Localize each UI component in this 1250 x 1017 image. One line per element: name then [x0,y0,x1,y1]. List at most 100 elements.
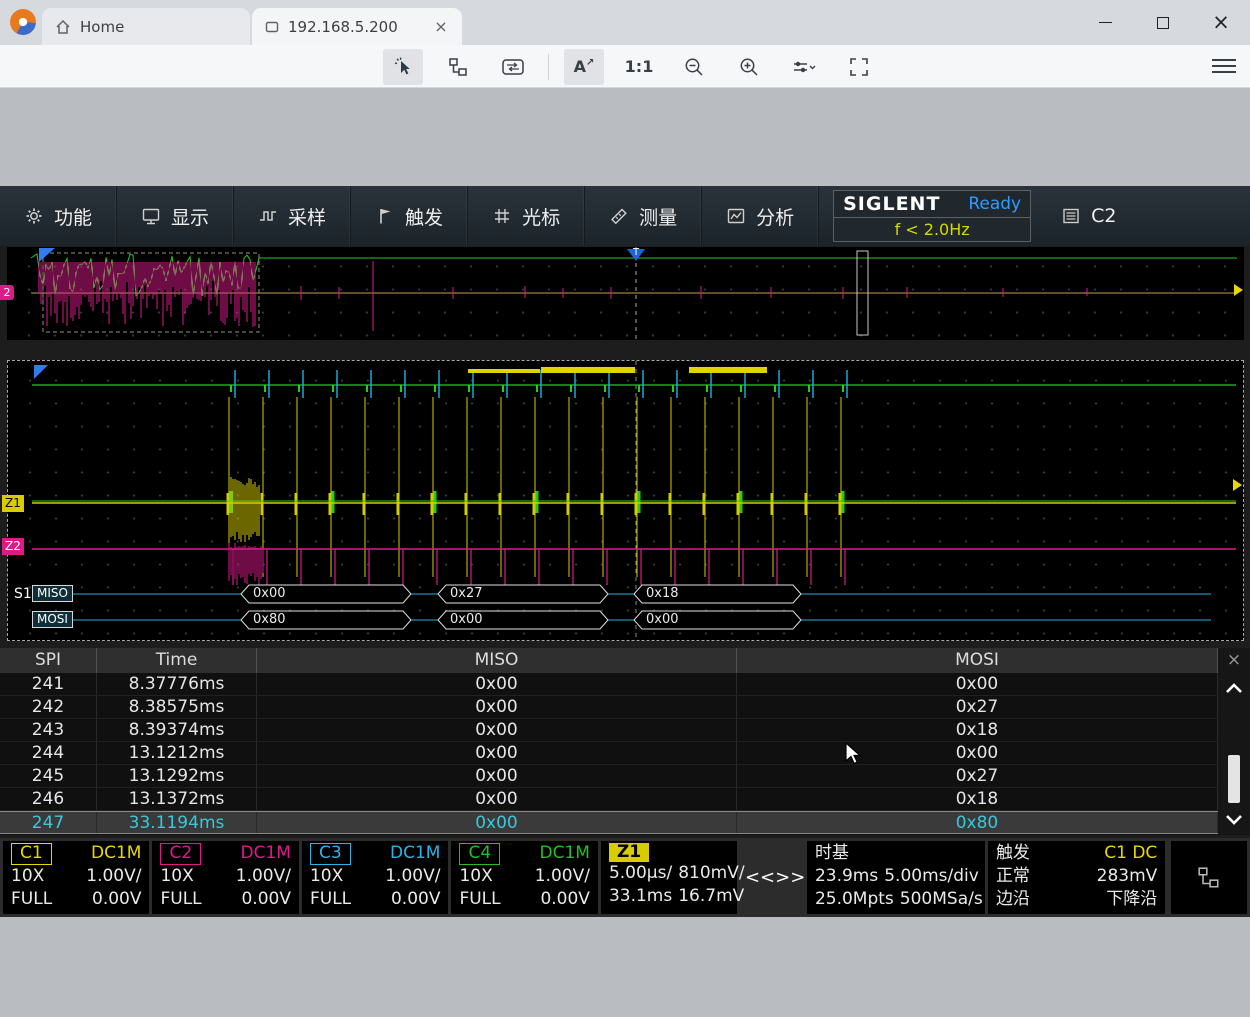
tab-close-icon[interactable]: × [432,17,450,36]
attenuation: 10X [459,866,493,886]
menu-item-measure[interactable]: 测量 [585,186,703,246]
brand-logo-text: SIGLENT [843,193,941,215]
attenuation: 10X [11,866,45,886]
scrollbar-track[interactable] [1218,703,1250,805]
zoom-vscale: 810mV/ [678,863,745,883]
menu-item-cursor[interactable]: 光标 [468,186,586,246]
tool-actual-size-button[interactable]: 1:1 [619,49,659,85]
scroll-down-button[interactable] [1218,805,1250,835]
page-icon [265,21,279,32]
zoom-hscale: 5.00µs/ [608,863,673,883]
cell-miso: 0x00 [257,673,737,695]
cell-index: 247 [0,812,97,833]
active-channel-indicator[interactable]: C2 [1061,186,1116,246]
close-icon: × [1212,10,1230,34]
bus-value: 0x00 [253,586,286,601]
cell-time: 13.1212ms [97,742,257,764]
network-status-button[interactable] [1171,841,1247,914]
zoom-in-icon [740,58,758,76]
zoom-box[interactable]: Z1 5.00µs/810mV/ 33.1ms 16.7mV [600,841,745,914]
sample-wave-icon [260,211,277,221]
table-scrollbar[interactable]: × [1218,648,1250,835]
desktop-background [0,88,1250,186]
spi-decode-table: SPI Time MISO MOSI 241 8.37776ms 0x00 0x… [0,648,1218,835]
table-row[interactable]: 245 13.1292ms 0x00 0x27 [0,765,1218,788]
channel2-position-marker[interactable]: 2 [0,285,14,300]
menu-hamburger-button[interactable] [1212,54,1236,78]
tab-label: 192.168.5.200 [288,17,398,36]
bandwidth: FULL [309,889,352,909]
scrollbar-thumb[interactable] [1228,755,1240,803]
fullscreen-icon [850,57,868,76]
trigger-slope: 下降沿 [1106,889,1158,909]
zoom-next-button[interactable]: >> [775,867,805,888]
tool-settings-button[interactable] [784,49,824,85]
header-miso: MISO [257,648,737,673]
cursors-icon [495,209,510,223]
trigger-mode: 正常 [995,866,1030,886]
maximize-button[interactable] [1134,0,1192,45]
cell-index: 241 [0,673,97,695]
tool-fontsize-button[interactable]: A↗ [564,48,604,85]
menu-item-analysis[interactable]: 分析 [702,186,820,246]
tab-label: Home [80,17,125,36]
menu-label: 采样 [288,206,327,229]
cell-time: 13.1372ms [97,788,257,810]
menu-item-function[interactable]: 功能 [0,186,118,246]
table-row[interactable]: 242 8.38575ms 0x00 0x27 [0,696,1218,719]
table-close-icon[interactable]: × [1227,648,1241,673]
tab-device-ip[interactable]: 192.168.5.200 × [252,8,462,45]
trigger-source: C1 DC [1104,843,1158,863]
zoom2-level-marker[interactable]: Z2 [2,538,24,555]
tool-layout-button[interactable] [438,49,478,85]
tool-zoom-in-button[interactable] [729,49,769,85]
close-button[interactable]: × [1192,0,1250,45]
trend-overview-plot[interactable]: 2 T [0,247,1244,340]
channel-box-c4[interactable]: C4 DC1M 10X 1.00V/ FULL 0.00V [451,841,598,914]
trigger-frequency: f < 2.0Hz [834,217,1031,241]
fontsize-icon: A↗ [573,57,595,76]
time-scale: 5.00ms/div [884,866,979,886]
cell-mosi: 0x00 [737,742,1218,764]
tab-home[interactable]: Home [42,8,250,45]
cell-time: 8.38575ms [97,696,257,718]
menu-item-acquire[interactable]: 采样 [234,186,352,246]
channel-box-c2[interactable]: C2 DC1M 10X 1.00V/ FULL 0.00V [152,841,299,914]
swap-arrows-icon [502,58,524,75]
home-icon [56,19,70,34]
display-icon [142,208,160,225]
zoom-prev-button[interactable]: << [745,867,775,888]
trigger-box[interactable]: 触发 C1 DC 正常 283mV 边沿 下降沿 [987,841,1166,914]
bus-value: 0x00 [646,612,679,627]
channel-label: C1 [11,843,52,865]
timebase-box[interactable]: 时基 23.9ms 5.00ms/div 25.0Mpts 500MSa/s [806,841,985,914]
menu-item-display[interactable]: 显示 [117,186,235,246]
tool-fullscreen-button[interactable] [839,49,879,85]
minimize-icon [1098,21,1112,24]
menu-item-trigger[interactable]: 触发 [351,186,469,246]
cell-index: 242 [0,696,97,718]
cell-time: 33.1194ms [97,812,257,833]
scroll-up-button[interactable] [1218,673,1250,703]
chevron-down-icon [1226,815,1242,825]
channel-box-c3[interactable]: C3 DC1M 10X 1.00V/ FULL 0.00V [301,841,449,914]
zoom1-level-marker[interactable]: Z1 [2,495,24,512]
chevron-up-icon [1226,683,1242,693]
table-row[interactable]: 244 13.1212ms 0x00 0x00 [0,742,1218,765]
table-row[interactable]: 241 8.37776ms 0x00 0x00 [0,673,1218,696]
scope-statusbar: C1 DC1M 10X 1.00V/ FULL 0.00V C2 DC1M 10X 1.0… [0,838,1250,917]
tool-swap-button[interactable] [493,49,533,85]
miso-label: MISO [32,585,73,602]
table-row[interactable]: 243 8.39374ms 0x00 0x18 [0,719,1218,742]
cell-mosi: 0x80 [737,812,1218,833]
app-logo-icon [10,9,36,35]
table-row[interactable]: 246 13.1372ms 0x00 0x18 [0,788,1218,811]
minimize-button[interactable] [1076,0,1134,45]
table-row-selected[interactable]: 247 33.1194ms 0x00 0x80 [0,811,1218,834]
tool-select-button[interactable] [383,48,423,85]
zoom-waveform-plot[interactable]: Z1 Z2 S1 MISO MOSI 0x00 0x27 0x18 0x80 0… [2,360,1244,641]
coupling: DC1M [240,843,291,863]
tool-zoom-out-button[interactable] [674,49,714,85]
offset: 0.00V [540,889,590,909]
channel-box-c1[interactable]: C1 DC1M 10X 1.00V/ FULL 0.00V [3,841,150,914]
